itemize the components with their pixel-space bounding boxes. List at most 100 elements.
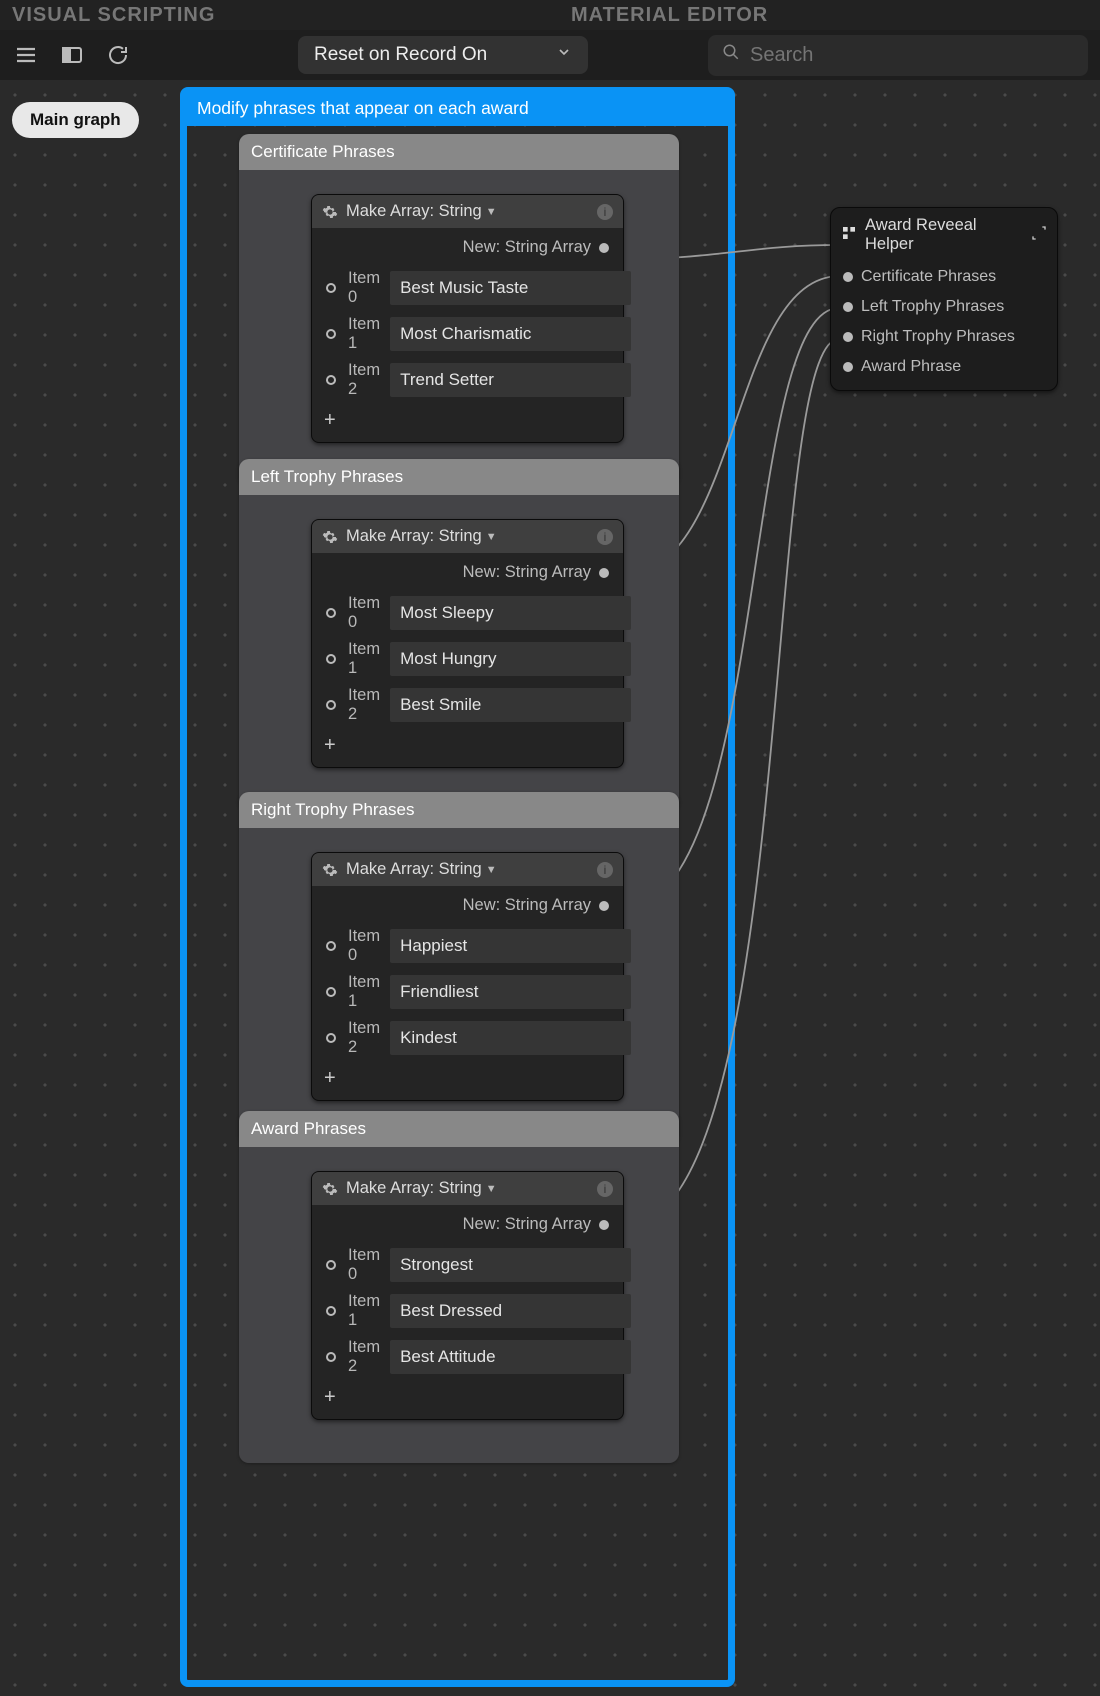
info-icon[interactable]: i: [597, 862, 613, 878]
group-left-trophy-phrases[interactable]: Left Trophy Phrases Make Array: String ▼ i N…: [239, 459, 679, 811]
item-value-input[interactable]: [390, 1021, 631, 1055]
search-input[interactable]: [748, 43, 1074, 68]
tab-material-editor[interactable]: MATERIAL EDITOR: [541, 4, 1100, 27]
output-row: New: String Array: [312, 228, 623, 265]
input-port[interactable]: [326, 375, 336, 385]
info-icon[interactable]: i: [597, 529, 613, 545]
chevron-down-icon: [556, 44, 572, 66]
group-award-phrases[interactable]: Award PhrasesMake Array: String▼iNew: St…: [239, 1111, 679, 1463]
group-header[interactable]: Right Trophy Phrases: [239, 792, 679, 828]
output-port[interactable]: [599, 1220, 609, 1230]
item-label: Item 1: [348, 1292, 380, 1330]
item-value-input[interactable]: [390, 271, 631, 305]
node-header[interactable]: Make Array: String▼i: [312, 1172, 623, 1205]
input-port[interactable]: [326, 941, 336, 951]
add-item-button[interactable]: +: [312, 1061, 623, 1100]
item-value-input[interactable]: [390, 1248, 631, 1282]
item-value-input[interactable]: [390, 642, 631, 676]
group-body: Make Array: String ▼ i New: String Array Ite…: [239, 170, 679, 486]
reset-mode-dropdown[interactable]: Reset on Record On: [298, 36, 588, 74]
input-port[interactable]: [326, 654, 336, 664]
item-row: Item 0: [312, 265, 623, 311]
make-array-label: Make Array: String: [346, 202, 482, 221]
input-port[interactable]: [326, 1033, 336, 1043]
input-port[interactable]: [843, 302, 853, 312]
node-header[interactable]: Make Array: String ▼ i: [312, 195, 623, 228]
group-body: Make Array: String ▼ i New: String Array Ite…: [239, 495, 679, 811]
tab-visual-scripting[interactable]: VISUAL SCRIPTING: [0, 4, 541, 27]
item-label: Item 2: [348, 361, 380, 399]
helper-input-row: Certificate Phrases: [831, 262, 1057, 292]
add-item-button[interactable]: +: [312, 728, 623, 767]
node-header[interactable]: Make Array: String ▼ i: [312, 853, 623, 886]
search-box[interactable]: [708, 35, 1088, 76]
collapse-icon[interactable]: [1031, 225, 1047, 246]
output-port[interactable]: [599, 568, 609, 578]
node-header[interactable]: Make Array: String ▼ i: [312, 520, 623, 553]
output-label: New: String Array: [463, 563, 591, 582]
item-row: Item 0: [312, 590, 623, 636]
item-value-input[interactable]: [390, 363, 631, 397]
group-header[interactable]: Left Trophy Phrases: [239, 459, 679, 495]
group-header[interactable]: Award Phrases: [239, 1111, 679, 1147]
group-certificate-phrases[interactable]: Certificate Phrases Make Array: String ▼ i N…: [239, 134, 679, 486]
input-port[interactable]: [326, 1352, 336, 1362]
input-port[interactable]: [326, 987, 336, 997]
type-dropdown-icon[interactable]: ▼: [486, 864, 497, 876]
make-array-node[interactable]: Make Array: String ▼ i New: String Array Ite…: [311, 194, 624, 443]
item-row: Item 2: [312, 357, 623, 403]
group-header[interactable]: Certificate Phrases: [239, 134, 679, 170]
input-port[interactable]: [843, 272, 853, 282]
make-array-node[interactable]: Make Array: String▼iNew: String ArrayIte…: [311, 852, 624, 1101]
input-port[interactable]: [326, 283, 336, 293]
input-port[interactable]: [326, 329, 336, 339]
make-array-node[interactable]: Make Array: String ▼ i New: String Array Ite…: [311, 519, 624, 768]
item-value-input[interactable]: [390, 596, 631, 630]
item-value-input[interactable]: [390, 975, 631, 1009]
output-port[interactable]: [599, 243, 609, 253]
item-row: Item 1: [312, 636, 623, 682]
award-reveal-helper-node[interactable]: Award Reveeal Helper Certificate Phrases…: [830, 207, 1058, 391]
output-port[interactable]: [599, 901, 609, 911]
item-value-input[interactable]: [390, 929, 631, 963]
item-value-input[interactable]: [390, 1294, 631, 1328]
helper-input-row: Award Phrase: [831, 352, 1057, 382]
menu-icon[interactable]: [12, 41, 40, 69]
make-array-label: Make Array: String: [346, 527, 482, 546]
helper-input-row: Right Trophy Phrases: [831, 322, 1057, 352]
gear-icon: [322, 1181, 338, 1197]
info-icon[interactable]: i: [597, 204, 613, 220]
item-label: Item 1: [348, 315, 380, 353]
input-port[interactable]: [326, 1306, 336, 1316]
graph-tab-main[interactable]: Main graph: [12, 102, 139, 138]
info-icon[interactable]: i: [597, 1181, 613, 1197]
item-value-input[interactable]: [390, 688, 631, 722]
item-row: Item 1: [312, 1288, 623, 1334]
type-dropdown-icon[interactable]: ▼: [486, 1183, 497, 1195]
add-item-button[interactable]: +: [312, 1380, 623, 1419]
input-port[interactable]: [326, 700, 336, 710]
item-row: Item 0: [312, 923, 623, 969]
panel-icon[interactable]: [58, 41, 86, 69]
graph-canvas[interactable]: Main graph Modify phrases that appear on…: [0, 80, 1100, 1696]
helper-input-label: Right Trophy Phrases: [861, 328, 1015, 346]
input-port[interactable]: [326, 608, 336, 618]
item-label: Item 1: [348, 640, 380, 678]
group-right-trophy-phrases[interactable]: Right Trophy Phrases Make Array: String ▼ i…: [239, 792, 679, 1144]
make-array-label: Make Array: String: [346, 860, 482, 879]
input-port[interactable]: [843, 362, 853, 372]
add-item-button[interactable]: +: [312, 403, 623, 442]
output-row: New: String Array: [312, 553, 623, 590]
input-port[interactable]: [843, 332, 853, 342]
item-value-input[interactable]: [390, 317, 631, 351]
input-port[interactable]: [326, 1260, 336, 1270]
refresh-icon[interactable]: [104, 41, 132, 69]
type-dropdown-icon[interactable]: ▼: [486, 531, 497, 543]
item-value-input[interactable]: [390, 1340, 631, 1374]
helper-title: Award Reveeal Helper: [865, 216, 1023, 254]
output-label: New: String Array: [463, 238, 591, 257]
gear-icon: [322, 204, 338, 220]
make-array-node[interactable]: Make Array: String▼iNew: String ArrayIte…: [311, 1171, 624, 1420]
item-label: Item 2: [348, 686, 380, 724]
type-dropdown-icon[interactable]: ▼: [486, 206, 497, 218]
